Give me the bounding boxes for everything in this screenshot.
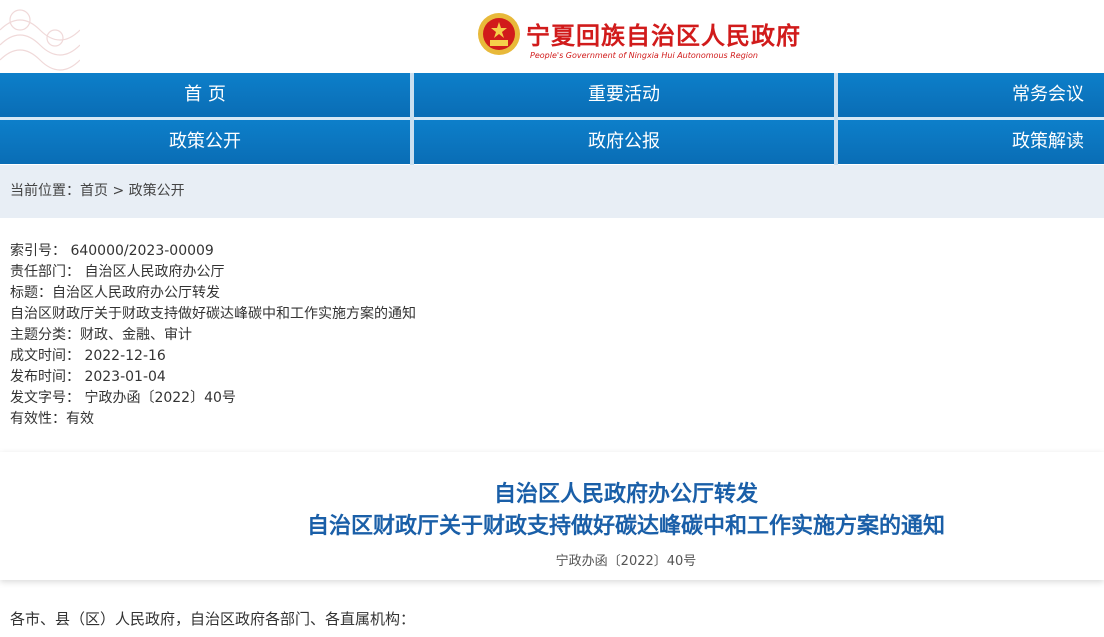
nav-divider bbox=[410, 73, 414, 165]
meta-doc-number: 发文字号： 宁政办函〔2022〕40号 bbox=[10, 390, 236, 406]
meta-category: 主题分类：财政、金融、审计 bbox=[10, 327, 192, 343]
breadcrumb-current-link[interactable]: 政策公开 bbox=[129, 183, 185, 199]
meta-title: 标题：自治区人民政府办公厅转发 bbox=[10, 285, 220, 301]
meta-publish-date: 发布时间： 2023-01-04 bbox=[10, 369, 166, 385]
national-emblem-icon bbox=[478, 13, 520, 55]
breadcrumb: 当前位置：首页 > 政策公开 bbox=[0, 165, 1104, 218]
nav-policy-interpretation[interactable]: 政策解读 bbox=[838, 120, 1104, 164]
document-metadata: 索引号： 640000/2023-00009 责任部门： 自治区人民政府办公厅 … bbox=[10, 241, 416, 430]
site-subtitle: People's Government of Ningxia Hui Auton… bbox=[530, 51, 758, 60]
meta-department: 责任部门： 自治区人民政府办公厅 bbox=[10, 264, 225, 280]
decorative-pattern-icon bbox=[0, 9, 80, 71]
meta-title-continued: 自治区财政厅关于财政支持做好碳达峰碳中和工作实施方案的通知 bbox=[10, 306, 416, 322]
site-title: 宁夏回族自治区人民政府 bbox=[526, 21, 801, 50]
meta-written-date: 成文时间： 2022-12-16 bbox=[10, 348, 166, 364]
nav-government-gazette[interactable]: 政府公报 bbox=[414, 120, 834, 164]
nav-home[interactable]: 首 页 bbox=[0, 73, 410, 117]
nav-divider bbox=[834, 73, 838, 165]
breadcrumb-home-link[interactable]: 首页 bbox=[80, 183, 108, 199]
breadcrumb-separator: > bbox=[108, 183, 129, 199]
nav-executive-meetings[interactable]: 常务会议 bbox=[838, 73, 1104, 117]
document-salutation: 各市、县（区）人民政府，自治区政府各部门、各直属机构： bbox=[10, 610, 416, 628]
meta-validity: 有效性：有效 bbox=[10, 411, 94, 427]
breadcrumb-prefix: 当前位置： bbox=[10, 183, 80, 199]
document-number: 宁政办函〔2022〕40号 bbox=[555, 554, 697, 569]
meta-index-number: 索引号： 640000/2023-00009 bbox=[10, 243, 214, 259]
nav-policy-disclosure[interactable]: 政策公开 bbox=[0, 120, 410, 164]
site-logo[interactable]: 宁夏回族自治区人民政府 People's Government of Ningx… bbox=[476, 8, 800, 64]
document-title-line2: 自治区财政厅关于财政支持做好碳达峰碳中和工作实施方案的通知 bbox=[306, 514, 945, 539]
nav-important-activities[interactable]: 重要活动 bbox=[414, 73, 834, 117]
site-header: 宁夏回族自治区人民政府 People's Government of Ningx… bbox=[0, 0, 1104, 72]
main-nav: 首 页 重要活动 常务会议 政策公开 政府公报 政策解读 bbox=[0, 73, 1104, 165]
document-title-panel: 自治区人民政府办公厅转发 自治区财政厅关于财政支持做好碳达峰碳中和工作实施方案的… bbox=[0, 452, 1104, 580]
document-title-line1: 自治区人民政府办公厅转发 bbox=[493, 482, 758, 507]
